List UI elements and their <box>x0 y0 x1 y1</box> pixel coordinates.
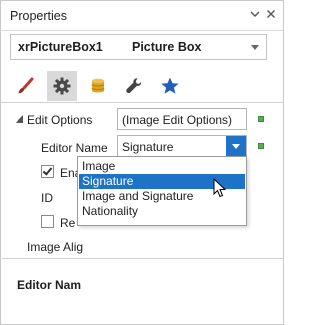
editor-name-label: Editor Name <box>41 141 108 155</box>
property-tabs <box>1 67 283 103</box>
tab-appearance[interactable] <box>11 71 41 101</box>
close-icon[interactable] <box>264 8 278 22</box>
modified-indicator <box>258 116 264 122</box>
description-title: Editor Nam <box>17 278 82 292</box>
editor-name-combobox[interactable]: Signature <box>117 135 247 157</box>
pin-icon[interactable] <box>248 8 262 22</box>
chevron-down-icon <box>251 45 259 50</box>
tab-design[interactable] <box>119 71 149 101</box>
description-divider <box>2 258 284 259</box>
editor-name-dropdown-button[interactable] <box>226 136 246 156</box>
gear-icon <box>53 77 71 95</box>
image-alignment-label: Image Alig <box>27 240 84 254</box>
properties-panel: Properties xrPictureBox1 Picture Box Edi… <box>0 0 284 325</box>
id-label: ID <box>41 191 53 205</box>
collapse-arrow-icon[interactable] <box>16 115 23 123</box>
read-only-label: Re <box>60 216 76 230</box>
modified-indicator <box>258 143 264 149</box>
panel-title: Properties <box>10 9 67 23</box>
component-type: Picture Box <box>132 40 202 54</box>
dropdown-option-image[interactable]: Image <box>79 159 245 174</box>
tab-favorites[interactable] <box>155 71 185 101</box>
tab-data[interactable] <box>83 71 113 101</box>
enabled-checkbox[interactable] <box>41 165 54 178</box>
brush-icon <box>18 77 34 94</box>
mouse-cursor-icon <box>213 178 227 198</box>
database-icon <box>91 78 105 93</box>
edit-options-label: Edit Options <box>27 113 93 127</box>
component-name: xrPictureBox1 <box>18 40 103 54</box>
title-bar: Properties <box>1 1 283 31</box>
star-icon <box>161 77 179 94</box>
chevron-down-icon <box>232 144 240 149</box>
edit-options-value[interactable]: (Image Edit Options) <box>117 108 247 130</box>
component-selector[interactable]: xrPictureBox1 Picture Box <box>10 34 267 60</box>
tab-behavior[interactable] <box>47 71 77 101</box>
dropdown-option-nationality[interactable]: Nationality <box>79 204 245 219</box>
read-only-checkbox[interactable] <box>41 215 54 228</box>
checkmark-icon <box>42 165 53 176</box>
wrench-icon <box>126 78 142 94</box>
